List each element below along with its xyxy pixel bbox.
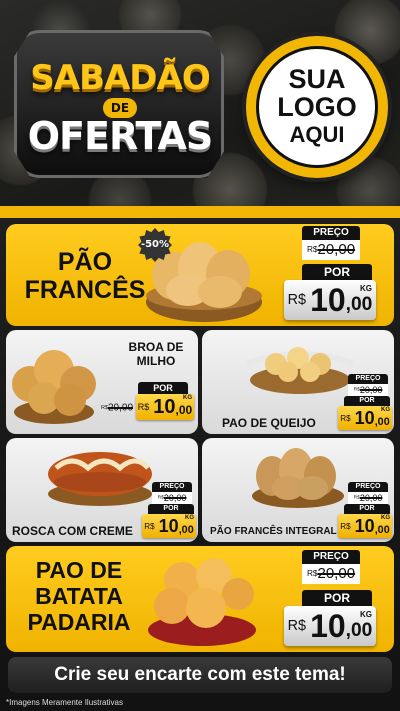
old-currency: R$: [100, 405, 108, 411]
cornbread-image: [12, 350, 96, 424]
old-price-value: 20,00: [108, 402, 134, 414]
product-card-rosca-com-creme[interactable]: ROSCA COM CREME PREÇO R$20,00 POR R$ 10,0…: [6, 438, 198, 542]
product-name-line: PÃO FRANCÊS INTEGRAL: [210, 526, 337, 537]
product-name-line: PADARIA: [27, 608, 131, 635]
new-price-dec: ,00: [345, 619, 373, 641]
new-currency: R$: [340, 413, 351, 423]
preco-label: PREÇO: [302, 226, 360, 240]
new-price: R$ 10,00 KG: [284, 606, 376, 646]
product-name-line: MILHO: [136, 354, 176, 369]
disclaimer: *Imagens Meramente Ilustrativas: [6, 698, 123, 707]
unit-label: KG: [185, 515, 194, 521]
old-price: R$20,00: [98, 400, 136, 416]
por-label: POR: [344, 396, 390, 406]
logo-circle: SUA LOGO AQUI: [256, 46, 378, 168]
old-price: R$20,00: [152, 492, 192, 504]
product-card-pao-frances[interactable]: PÃO FRANCÊS -50% PREÇO R$20,00 POR R$ 10,…: [6, 224, 394, 326]
por-label: POR: [148, 504, 194, 514]
new-currency: R$: [340, 521, 351, 531]
new-price-int: 10: [354, 515, 375, 536]
new-price-dec: ,00: [178, 523, 194, 536]
logo-placeholder: SUA LOGO AQUI: [246, 36, 388, 178]
old-price: R$20,00: [348, 492, 388, 504]
por-label: POR: [302, 590, 372, 606]
old-price-value: 20,00: [359, 493, 383, 503]
preco-label: PREÇO: [348, 374, 388, 384]
cta-banner[interactable]: Crie seu encarte com este tema!: [8, 657, 392, 693]
new-price-dec: ,00: [345, 293, 373, 315]
new-currency: R$: [287, 618, 307, 634]
new-price: R$ 10,00 KG: [142, 514, 196, 538]
potato-bread-image: [148, 558, 256, 646]
product-name-line: FRANCÊS: [24, 276, 146, 304]
preco-label: POR: [138, 382, 188, 394]
old-price: R$20,00: [302, 240, 360, 260]
logo-line-3: AQUI: [289, 122, 345, 147]
cheese-bread-image: [244, 347, 356, 394]
old-price-value: 20,00: [317, 565, 356, 582]
new-price-dec: ,00: [374, 415, 390, 428]
new-price-dec: ,00: [175, 403, 193, 418]
product-name-line: BATATA: [35, 582, 123, 609]
unit-label: KG: [360, 284, 372, 293]
product-card-broa-de-milho[interactable]: BROA DE MILHO POR R$20,00 R$ 10,00 KG: [6, 330, 198, 434]
preco-label: PREÇO: [348, 482, 388, 492]
new-price: R$ 10,00 KG: [284, 280, 376, 320]
product-name: PAO DE BATATA PADARIA: [14, 557, 144, 635]
old-price-value: 20,00: [317, 241, 356, 258]
new-price: R$ 10,00 KG: [338, 406, 392, 430]
old-currency: R$: [306, 569, 318, 579]
preco-label: PREÇO: [302, 550, 360, 564]
logo-line-2: LOGO: [277, 92, 357, 122]
unit-label: KG: [183, 395, 192, 401]
product-name: PÃO FRANCÊS INTEGRAL: [210, 526, 342, 538]
product-name-line: PAO DE: [35, 557, 123, 583]
product-name-line: ROSCA COM CREME: [12, 524, 133, 538]
new-price: R$ 10,00 KG: [338, 514, 392, 538]
new-price: R$ 10,00 KG: [136, 394, 194, 420]
unit-label: KG: [360, 610, 372, 619]
title-sabadao: SABADÃO: [30, 58, 210, 98]
product-card-pao-de-queijo[interactable]: PAO DE QUEIJO PREÇO R$20,00 POR R$ 10,00 …: [202, 330, 394, 434]
old-currency: R$: [306, 245, 318, 255]
new-currency: R$: [287, 292, 307, 308]
logo-line-1: SUA: [288, 64, 346, 94]
new-price-int: 10: [158, 515, 179, 536]
product-name: PÃO FRANCÊS: [20, 248, 150, 304]
old-price-value: 20,00: [163, 493, 187, 503]
unit-label: KG: [381, 515, 390, 521]
new-currency: R$: [137, 402, 150, 412]
old-price-value: 20,00: [359, 385, 383, 395]
product-name-line: PAO DE QUEIJO: [222, 416, 316, 430]
product-name: BROA DE MILHO: [118, 340, 194, 369]
new-currency: R$: [144, 521, 155, 531]
old-price: R$20,00: [348, 384, 388, 396]
new-price-int: 10: [153, 395, 176, 418]
product-name-line: BROA DE: [128, 340, 184, 354]
product-name: PAO DE QUEIJO: [222, 416, 332, 430]
por-label: POR: [302, 264, 372, 280]
preco-label: PREÇO: [152, 482, 192, 492]
product-name: ROSCA COM CREME: [12, 524, 142, 538]
sweet-bread-image: [48, 452, 152, 506]
product-card-pao-frances-integral[interactable]: PÃO FRANCÊS INTEGRAL PREÇO R$20,00 POR R…: [202, 438, 394, 542]
por-label: POR: [344, 504, 390, 514]
title-ofertas: OFERTAS: [27, 114, 214, 158]
new-price-dec: ,00: [374, 523, 390, 536]
unit-label: KG: [381, 407, 390, 413]
old-price: R$20,00: [302, 564, 360, 584]
new-price-int: 10: [354, 407, 375, 428]
product-card-pao-de-batata[interactable]: PAO DE BATATA PADARIA PREÇO R$20,00 POR …: [6, 546, 394, 652]
product-name-line: PÃO: [57, 248, 113, 276]
new-price-int: 10: [310, 607, 346, 644]
wholegrain-bread-image: [252, 448, 344, 508]
new-price-int: 10: [310, 281, 346, 318]
